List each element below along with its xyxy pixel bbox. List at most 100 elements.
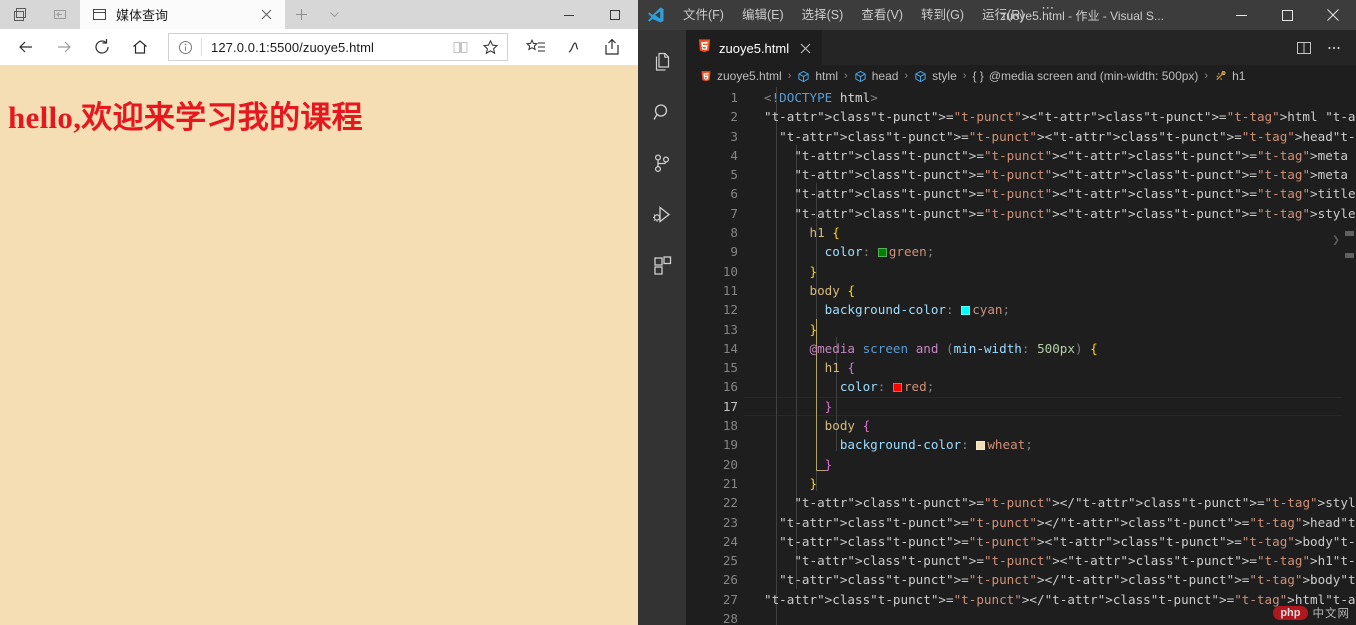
- menu-edit[interactable]: 编辑(E): [733, 0, 793, 30]
- line-content[interactable]: background-color: cyan;: [738, 300, 1010, 319]
- line-content[interactable]: "t-attr">class"t-punct">="t-punct"><"t-a…: [738, 146, 1356, 165]
- share-icon[interactable]: [594, 31, 630, 63]
- code-line[interactable]: 14 @media screen and (min-width: 500px) …: [686, 339, 1356, 358]
- code-line[interactable]: 22 "t-attr">class"t-punct">="t-punct"></…: [686, 493, 1356, 512]
- source-control-icon[interactable]: [638, 138, 686, 189]
- menu-overflow-icon[interactable]: ⋯: [1033, 0, 1063, 30]
- code-line[interactable]: 15 h1 {: [686, 358, 1356, 377]
- address-url-text[interactable]: 127.0.0.1:5500/zuoye5.html: [202, 40, 445, 55]
- new-tab-button[interactable]: [285, 0, 318, 29]
- code-line[interactable]: 10 }: [686, 262, 1356, 281]
- set-tabs-aside-icon[interactable]: [40, 0, 80, 29]
- tab-preview-icon[interactable]: [0, 0, 40, 29]
- home-icon[interactable]: [122, 31, 158, 63]
- code-line[interactable]: 16 color: red;: [686, 377, 1356, 396]
- breadcrumb-item-media[interactable]: { } @media screen and (min-width: 500px): [972, 69, 1198, 83]
- code-line[interactable]: 4 "t-attr">class"t-punct">="t-punct"><"t…: [686, 146, 1356, 165]
- code-line[interactable]: 11 body {: [686, 281, 1356, 300]
- code-line[interactable]: 28: [686, 609, 1356, 625]
- code-line[interactable]: 21 }: [686, 474, 1356, 493]
- refresh-icon[interactable]: [84, 31, 120, 63]
- line-content[interactable]: }: [738, 397, 833, 416]
- address-bar[interactable]: 127.0.0.1:5500/zuoye5.html: [168, 33, 508, 61]
- menu-view[interactable]: 查看(V): [852, 0, 912, 30]
- line-content[interactable]: "t-attr">class"t-punct">="t-punct"></"t-…: [738, 493, 1356, 512]
- breadcrumb-item-html[interactable]: html: [797, 69, 838, 83]
- line-content[interactable]: }: [738, 455, 833, 474]
- code-line[interactable]: 18 body {: [686, 416, 1356, 435]
- line-content[interactable]: body {: [738, 416, 871, 435]
- menu-selection[interactable]: 选择(S): [793, 0, 853, 30]
- vscode-close-button[interactable]: [1310, 0, 1356, 30]
- close-icon[interactable]: [253, 2, 279, 28]
- search-icon[interactable]: [638, 87, 686, 138]
- editor-tab-zuoye5[interactable]: zuoye5.html: [686, 30, 823, 65]
- reading-view-icon[interactable]: [445, 34, 475, 60]
- browser-tab[interactable]: 媒体查询: [80, 0, 285, 29]
- chevron-down-icon[interactable]: [318, 0, 351, 29]
- vscode-maximize-button[interactable]: [1264, 0, 1310, 30]
- code-line[interactable]: 2 "t-attr">class"t-punct">="t-punct"><"t-…: [686, 107, 1356, 126]
- code-line[interactable]: 7 "t-attr">class"t-punct">="t-punct"><"t…: [686, 204, 1356, 223]
- code-line[interactable]: 20 }: [686, 455, 1356, 474]
- line-content[interactable]: color: green;: [738, 242, 935, 261]
- breadcrumb-item-style[interactable]: style: [914, 69, 957, 83]
- menu-file[interactable]: 文件(F): [674, 0, 733, 30]
- code-line[interactable]: 12 background-color: cyan;: [686, 300, 1356, 319]
- split-editor-icon[interactable]: [1290, 34, 1318, 62]
- menu-run[interactable]: 运行(R): [973, 0, 1033, 30]
- code-line[interactable]: 3 "t-attr">class"t-punct">="t-punct"><"t…: [686, 127, 1356, 146]
- menu-go[interactable]: 转到(G): [912, 0, 973, 30]
- code-line[interactable]: 23 "t-attr">class"t-punct">="t-punct"></…: [686, 513, 1356, 532]
- extensions-icon[interactable]: [638, 240, 686, 291]
- line-content[interactable]: }: [738, 262, 818, 281]
- line-content[interactable]: background-color: wheat;: [738, 435, 1033, 454]
- line-content[interactable]: h1 {: [738, 358, 855, 377]
- back-arrow-icon[interactable]: [8, 31, 44, 63]
- code-line[interactable]: 25 "t-attr">class"t-punct">="t-punct"><"…: [686, 551, 1356, 570]
- line-content[interactable]: }: [738, 320, 818, 339]
- line-content[interactable]: "t-attr">class"t-punct">="t-punct"><"t-a…: [738, 551, 1356, 570]
- line-content[interactable]: "t-attr">class"t-punct">="t-punct"><"t-a…: [738, 204, 1356, 223]
- line-content[interactable]: "t-attr">class"t-punct">="t-punct"><"t-a…: [738, 184, 1356, 203]
- forward-arrow-icon[interactable]: [46, 31, 82, 63]
- code-line[interactable]: 26 "t-attr">class"t-punct">="t-punct"></…: [686, 570, 1356, 589]
- line-content[interactable]: body {: [738, 281, 856, 300]
- line-content[interactable]: "t-attr">class"t-punct">="t-punct"><"t-a…: [738, 532, 1356, 551]
- breadcrumb-item-h1[interactable]: h1: [1214, 69, 1245, 83]
- line-content[interactable]: "t-attr">class"t-punct">="t-punct"><"t-a…: [738, 107, 1356, 126]
- line-content[interactable]: color: red;: [738, 377, 934, 396]
- line-content[interactable]: "t-attr">class"t-punct">="t-punct"></"t-…: [738, 513, 1356, 532]
- code-editor[interactable]: 1 <!DOCTYPE html> 2 "t-attr">class"t-punct"…: [686, 87, 1356, 625]
- breadcrumb-item-head[interactable]: head: [854, 69, 898, 83]
- code-line[interactable]: 17 }: [686, 396, 1356, 417]
- files-icon[interactable]: [638, 36, 686, 87]
- breadcrumb-item-file[interactable]: zuoye5.html: [700, 69, 782, 83]
- line-content[interactable]: "t-attr">class"t-punct">="t-punct"></"t-…: [738, 570, 1356, 589]
- pen-note-icon[interactable]: [556, 31, 592, 63]
- star-icon[interactable]: [475, 34, 505, 60]
- line-content[interactable]: <!DOCTYPE html>: [738, 88, 878, 107]
- code-line[interactable]: 19 background-color: wheat;: [686, 435, 1356, 454]
- code-line[interactable]: 5 "t-attr">class"t-punct">="t-punct"><"t…: [686, 165, 1356, 184]
- favorites-list-icon[interactable]: [518, 31, 554, 63]
- code-line[interactable]: 1 <!DOCTYPE html>: [686, 88, 1356, 107]
- line-content[interactable]: "t-attr">class"t-punct">="t-punct"><"t-a…: [738, 127, 1356, 146]
- line-content[interactable]: h1 {: [738, 223, 840, 242]
- code-line[interactable]: 13 }: [686, 320, 1356, 339]
- code-lines[interactable]: 1 <!DOCTYPE html> 2 "t-attr">class"t-punct"…: [686, 87, 1356, 625]
- maximize-button[interactable]: [592, 0, 638, 29]
- close-icon[interactable]: [796, 39, 814, 57]
- code-line[interactable]: 6 "t-attr">class"t-punct">="t-punct"><"t…: [686, 184, 1356, 203]
- info-icon[interactable]: [169, 34, 201, 60]
- vscode-minimize-button[interactable]: [1218, 0, 1264, 30]
- line-content[interactable]: @media screen and (min-width: 500px) {: [738, 339, 1098, 358]
- code-line[interactable]: 9 color: green;: [686, 242, 1356, 261]
- code-line[interactable]: 24 "t-attr">class"t-punct">="t-punct"><"…: [686, 532, 1356, 551]
- code-line[interactable]: 8 h1 {: [686, 223, 1356, 242]
- run-debug-icon[interactable]: [638, 189, 686, 240]
- code-line[interactable]: 27 "t-attr">class"t-punct">="t-punct"></"…: [686, 590, 1356, 609]
- line-content[interactable]: }: [738, 474, 818, 493]
- more-actions-icon[interactable]: [1320, 34, 1348, 62]
- line-content[interactable]: "t-attr">class"t-punct">="t-punct"><"t-a…: [738, 165, 1356, 184]
